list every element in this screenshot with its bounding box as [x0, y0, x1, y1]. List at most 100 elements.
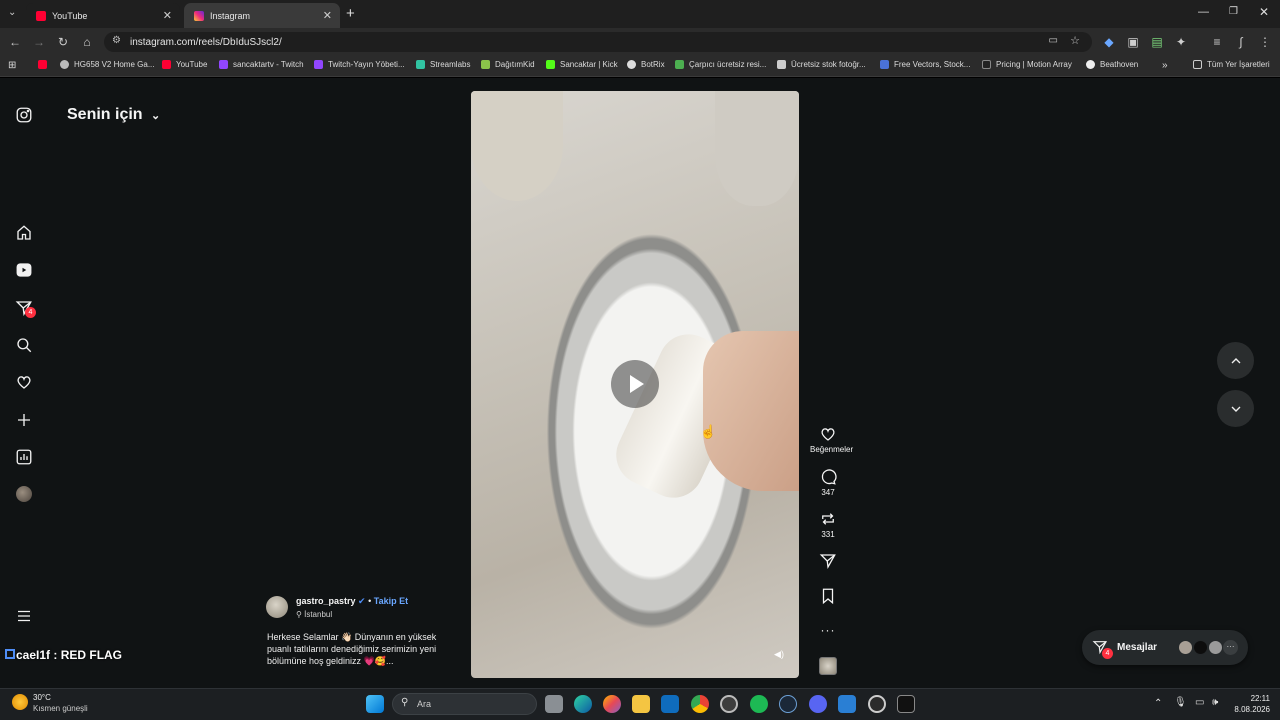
app-icon[interactable] [838, 695, 856, 713]
bookmark-item[interactable]: DağıtımKid [481, 60, 535, 69]
create-icon[interactable] [14, 410, 34, 430]
bookmark-item[interactable]: Free Vectors, Stock... [880, 60, 970, 69]
close-tab-icon[interactable]: ✕ [163, 9, 172, 22]
epic-games-icon[interactable] [897, 695, 915, 713]
maximize-button[interactable]: ❐ [1229, 6, 1238, 17]
copilot-icon[interactable] [603, 695, 621, 713]
clock-date: 8.08.2026 [1234, 705, 1270, 714]
microphone-icon[interactable]: 🎙 [1174, 697, 1187, 708]
like-button[interactable]: Beğenmeler [810, 425, 853, 454]
tab-youtube[interactable]: YouTube ✕ [26, 3, 180, 28]
repost-button[interactable]: 331 [810, 510, 846, 539]
bookmark-item[interactable]: Beathoven [1086, 60, 1138, 69]
media-controls-icon[interactable]: ≡ [1209, 34, 1225, 50]
spotify-icon[interactable] [750, 695, 768, 713]
share-button[interactable] [810, 552, 846, 572]
taskbar-search-box[interactable]: ⚲ Ara [392, 693, 537, 715]
messages-button[interactable]: 4 Mesajlar ··· [1082, 630, 1248, 665]
more-options-button[interactable]: ··· [810, 623, 846, 637]
settings-icon[interactable] [868, 695, 886, 713]
instagram-icon [194, 10, 204, 21]
audio-thumbnail[interactable] [819, 657, 837, 675]
apps-grid-icon[interactable]: ⊞ [8, 60, 16, 71]
bookmark-label: Ücretsiz stok fotoğr... [791, 60, 866, 69]
bookmark-item[interactable]: Çarpıcı ücretsiz resi... [675, 60, 766, 69]
extension-icon[interactable]: ▤ [1149, 34, 1165, 50]
steam-icon[interactable] [779, 695, 797, 713]
direct-messages-icon[interactable]: 4 [14, 298, 36, 318]
folder-icon [1193, 60, 1202, 69]
puzzle-icon[interactable]: ✦ [1173, 34, 1189, 50]
install-app-icon[interactable]: ▭ [1049, 35, 1058, 46]
bookmark-item[interactable]: BotRix [627, 60, 665, 69]
edge-icon[interactable] [574, 695, 592, 713]
close-window-button[interactable]: ✕ [1259, 5, 1269, 19]
insights-icon[interactable] [14, 447, 34, 467]
save-button[interactable] [810, 587, 846, 607]
caption-line: puanlı tatlılarını denediğimiz serimizin… [267, 644, 437, 654]
bookmarks-overflow-button[interactable]: » [1162, 60, 1168, 71]
new-tab-button[interactable]: + [346, 5, 355, 22]
comment-button[interactable]: 347 [810, 468, 846, 497]
start-menu-icon[interactable] [366, 695, 384, 713]
post-caption[interactable]: Herkese Selamlar 👋🏻 Dünyanın en yüksek p… [267, 631, 467, 667]
profile-icon[interactable]: ∫ [1233, 34, 1249, 50]
play-button[interactable] [611, 360, 659, 408]
bookmark-item[interactable]: sancaktartv - Twitch [219, 60, 304, 69]
shield-extension-icon[interactable]: ◆ [1101, 34, 1117, 50]
tab-youtube-title: YouTube [52, 10, 88, 21]
bookmark-label: YouTube [176, 60, 208, 69]
file-explorer-icon[interactable] [632, 695, 650, 713]
chevron-up-icon [1231, 357, 1240, 363]
close-tab-icon[interactable]: ✕ [323, 9, 332, 22]
mute-icon[interactable]: ◀) [769, 649, 789, 665]
instagram-logo-icon[interactable] [14, 105, 34, 125]
bookmark-label: Streamlabs [430, 60, 471, 69]
follow-button[interactable]: Takip Et [374, 596, 408, 606]
bookmark-star-icon[interactable]: ☆ [1070, 34, 1080, 47]
previous-reel-button[interactable] [1217, 342, 1254, 379]
home-icon[interactable] [14, 223, 34, 243]
minimize-button[interactable]: — [1198, 6, 1209, 18]
bookmark-item[interactable]: Pricing | Motion Array [982, 60, 1072, 69]
extension-icon[interactable]: ▣ [1125, 34, 1141, 50]
tab-instagram[interactable]: Instagram ✕ [184, 3, 340, 28]
site-info-icon[interactable]: ⚙ [112, 35, 121, 46]
discord-icon[interactable] [809, 695, 827, 713]
network-icon[interactable]: ▭ [1195, 697, 1204, 708]
outlook-icon[interactable] [661, 695, 679, 713]
next-reel-button[interactable] [1217, 390, 1254, 427]
feed-selector[interactable]: Senin için ⌄ [67, 106, 160, 124]
bookmark-item[interactable]: Ücretsiz stok fotoğr... [777, 60, 866, 69]
tab-search-icon[interactable]: ⌄ [8, 7, 16, 18]
obs-icon[interactable] [720, 695, 738, 713]
bookmark-item[interactable]: Sancaktar | Kick [546, 60, 618, 69]
all-bookmarks-folder[interactable]: Tüm Yer İşaretleri [1193, 60, 1270, 69]
menu-icon[interactable]: ⋮ [1257, 34, 1273, 50]
volume-icon[interactable]: 🕪 [1212, 697, 1218, 708]
chrome-icon[interactable] [691, 695, 709, 713]
reel-video[interactable]: ◀) [471, 91, 799, 678]
search-icon[interactable] [14, 335, 34, 355]
profile-avatar[interactable] [14, 484, 34, 504]
author-avatar[interactable] [266, 596, 288, 618]
post-location[interactable]: ⚲ İstanbul [296, 610, 332, 619]
home-icon[interactable]: ⌂ [79, 34, 95, 50]
bookmark-item[interactable] [38, 60, 52, 69]
tray-chevron-icon[interactable]: ⌃ [1154, 698, 1162, 709]
task-view-icon[interactable] [545, 695, 563, 713]
reels-icon[interactable] [14, 260, 34, 280]
reload-icon[interactable]: ↻ [55, 34, 71, 50]
username-link[interactable]: gastro_pastry [296, 596, 356, 606]
bookmark-item[interactable]: HG658 V2 Home Ga... [60, 60, 154, 69]
bookmark-item[interactable]: YouTube [162, 60, 207, 69]
back-icon[interactable]: ← [7, 34, 23, 50]
forward-icon[interactable]: → [31, 34, 47, 50]
address-bar[interactable]: ⚙ instagram.com/reels/DbIduSJscl2/ ▭ ☆ [104, 32, 1092, 52]
more-menu-icon[interactable] [14, 606, 34, 626]
clock[interactable]: 22:11 8.08.2026 [1232, 693, 1270, 715]
bookmark-item[interactable]: Streamlabs [416, 60, 470, 69]
bookmark-item[interactable]: Twitch-Yayın Yöbeti... [314, 60, 405, 69]
overlay-label: caeI1f : RED FLAG [16, 648, 123, 662]
heart-icon[interactable] [14, 372, 34, 392]
